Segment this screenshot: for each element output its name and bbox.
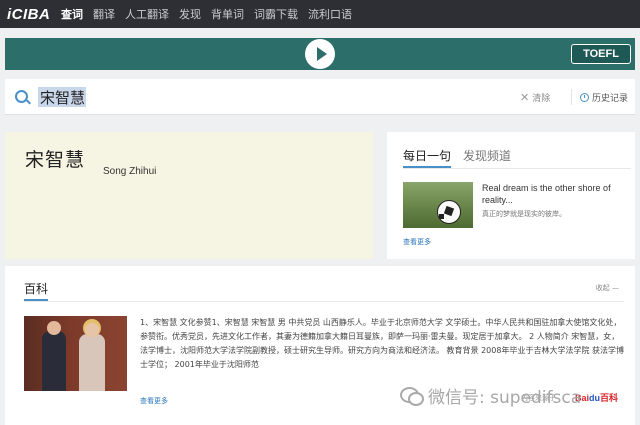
wechat-watermark: 微信号: supedifsca: [400, 380, 640, 410]
search-bar: ✕ 清除 历史记录: [5, 79, 635, 115]
baike-more-link[interactable]: 查看更多: [140, 396, 168, 406]
tab-active-indicator: [403, 166, 451, 168]
baike-title: 百科: [24, 282, 49, 296]
watermark-text: 微信号: supedifsca: [428, 387, 582, 408]
top-nav: iCIBA 查词 翻译 人工翻译 发现 背单词 词霸下载 流利口语: [0, 0, 640, 28]
divider: [403, 168, 631, 169]
word-pinyin: Song Zhihui: [103, 166, 157, 177]
daily-more-link[interactable]: 查看更多: [403, 237, 431, 247]
person-figure: [79, 323, 105, 391]
nav-item-download[interactable]: 词霸下载: [254, 6, 298, 22]
daily-sentence-image[interactable]: [403, 182, 473, 228]
tab-discover-channel[interactable]: 发现频道: [463, 147, 511, 164]
daily-sentence-card: 每日一句 发现频道 Real dream is the other shore …: [387, 132, 635, 259]
clear-label: 清除: [532, 94, 551, 104]
baike-photo: [24, 316, 127, 391]
search-icon[interactable]: [15, 90, 28, 103]
ad-banner[interactable]: TOEFL: [5, 38, 635, 70]
word-title: 宋智慧: [25, 149, 86, 171]
collapse-button[interactable]: 收起 —: [596, 283, 619, 293]
clear-button[interactable]: ✕ 清除: [520, 91, 550, 104]
toefl-badge[interactable]: TOEFL: [571, 44, 631, 64]
nav-item-translate[interactable]: 翻译: [93, 6, 115, 22]
wechat-icon: [400, 386, 424, 406]
person-figure: [42, 321, 66, 391]
play-icon[interactable]: [305, 39, 335, 69]
history-button[interactable]: 历史记录: [580, 91, 628, 104]
nav-item-human-translate[interactable]: 人工翻译: [125, 6, 169, 22]
daily-sentence-cn: 真正的梦就是现实的彼岸。: [482, 210, 566, 218]
nav-item-lookup[interactable]: 查词: [61, 6, 83, 22]
soccer-ball-icon: [437, 200, 461, 224]
baike-title-underline: [24, 299, 48, 301]
clock-icon: [580, 93, 589, 102]
history-label: 历史记录: [592, 94, 629, 104]
nav-item-vocabulary[interactable]: 背单词: [211, 6, 244, 22]
daily-sentence-en[interactable]: Real dream is the other shore of reality…: [482, 182, 632, 206]
nav-item-spoken[interactable]: 流利口语: [308, 6, 352, 22]
search-input[interactable]: [38, 87, 86, 107]
word-card: 宋智慧 Song Zhihui: [5, 132, 373, 259]
tab-daily-sentence[interactable]: 每日一句: [403, 147, 451, 164]
nav-item-discover[interactable]: 发现: [179, 6, 201, 22]
iciba-logo[interactable]: iCIBA: [7, 6, 61, 23]
baike-text: 1、宋智慧 文化参赞1、宋智慧 宋智慧 男 中共党员 山西静乐人。毕业于北京师范…: [140, 318, 624, 369]
close-icon: ✕: [520, 91, 530, 104]
divider: [571, 89, 572, 105]
divider: [24, 301, 624, 302]
